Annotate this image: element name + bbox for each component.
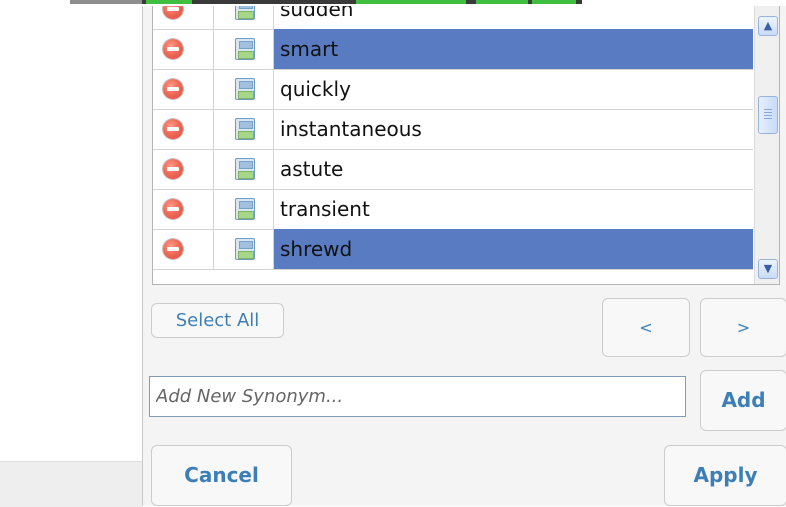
scrollbar-thumb[interactable] [758,96,778,134]
floppy-disk-icon[interactable] [235,198,255,220]
background-left-area [0,6,142,507]
remove-circle-icon[interactable] [163,79,183,99]
floppy-disk-icon[interactable] [235,78,255,100]
floppy-disk-icon[interactable] [235,118,255,140]
floppy-disk-icon[interactable] [235,158,255,180]
list-item[interactable]: smart [153,29,753,70]
list-item[interactable]: transient [153,189,753,230]
synonym-text[interactable]: smart [274,29,753,69]
background-bottom-bar [0,461,142,507]
remove-circle-icon[interactable] [163,119,183,139]
apply-button[interactable]: Apply [664,445,786,506]
save-cell [213,69,274,109]
synonym-text[interactable]: instantaneous [274,109,753,149]
save-cell [213,109,274,149]
toolbar-sliver-highlight [476,0,528,4]
chevron-up-icon[interactable]: ▲ [758,16,778,36]
synonym-text[interactable]: transient [274,189,753,229]
delete-cell [153,69,214,109]
delete-cell [153,229,214,269]
save-cell [213,6,274,29]
floppy-disk-icon[interactable] [235,238,255,260]
cancel-button[interactable]: Cancel [151,445,292,506]
add-button[interactable]: Add [700,370,786,431]
remove-circle-icon[interactable] [163,239,183,259]
remove-circle-icon[interactable] [163,159,183,179]
next-page-button[interactable]: > [700,298,786,357]
synonym-text[interactable]: quickly [274,69,753,109]
synonym-list[interactable]: sudden smart quickly instantaneous astute tra… [152,6,780,285]
synonym-text[interactable]: shrewd [274,229,753,269]
remove-circle-icon[interactable] [163,6,183,19]
save-cell [213,29,274,69]
delete-cell [153,29,214,69]
list-item[interactable]: quickly [153,69,753,110]
floppy-disk-icon[interactable] [235,6,255,20]
select-all-button[interactable]: Select All [151,303,284,338]
synonym-text[interactable]: astute [274,149,753,189]
synonym-text[interactable]: sudden [274,6,753,29]
list-item[interactable]: sudden [153,6,753,30]
add-synonym-input[interactable] [149,376,686,417]
toolbar-sliver-highlight [146,0,192,4]
list-item[interactable]: shrewd [153,229,753,270]
toolbar-sliver-highlight [356,0,466,4]
floppy-disk-icon[interactable] [235,38,255,60]
synonym-dialog: sudden smart quickly instantaneous astute tra… [142,6,786,506]
delete-cell [153,149,214,189]
delete-cell [153,6,214,29]
toolbar-sliver-gray [70,0,142,4]
save-cell [213,149,274,189]
delete-cell [153,189,214,229]
chevron-down-icon[interactable]: ▼ [758,259,778,279]
remove-circle-icon[interactable] [163,199,183,219]
save-cell [213,229,274,269]
toolbar-sliver-highlight [532,0,576,4]
list-item[interactable]: astute [153,149,753,190]
list-item[interactable]: instantaneous [153,109,753,150]
delete-cell [153,109,214,149]
remove-circle-icon[interactable] [163,39,183,59]
previous-page-button[interactable]: < [602,298,690,357]
save-cell [213,189,274,229]
list-scrollbar[interactable]: ▲ ▼ [754,6,779,284]
